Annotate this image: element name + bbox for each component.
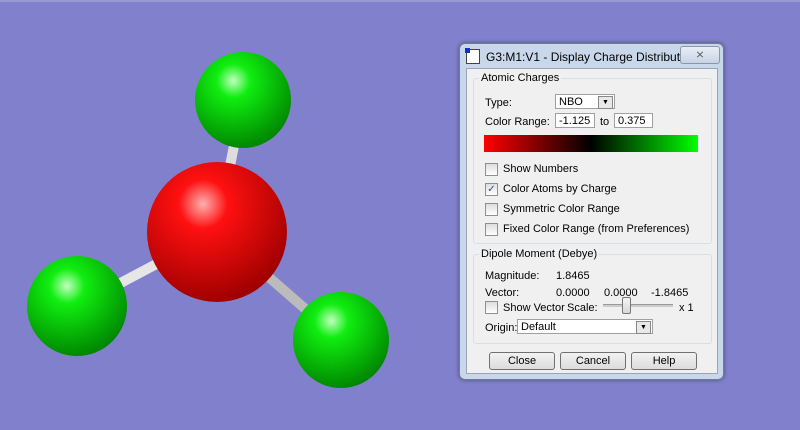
origin-value: Default	[521, 321, 556, 333]
checkbox-label: Fixed Color Range (from Preferences)	[503, 223, 690, 235]
vector-z: -1.8465	[651, 287, 689, 299]
close-icon[interactable]: ⨯	[680, 46, 720, 64]
group-label: Dipole Moment (Debye)	[479, 248, 600, 260]
color-range-label: Color Range:	[485, 116, 550, 128]
type-value: NBO	[559, 96, 583, 108]
scale-label: Scale:	[567, 302, 598, 314]
show-numbers-checkbox[interactable]	[485, 163, 498, 176]
chevron-down-icon: ▼	[598, 96, 613, 109]
range-max-input[interactable]: 0.375	[614, 113, 653, 128]
origin-dropdown[interactable]: Default ▼	[517, 319, 653, 334]
color-atoms-checkbox[interactable]: ✓	[485, 183, 498, 196]
scale-value: x 1	[679, 302, 694, 314]
scale-slider-track[interactable]	[603, 304, 673, 307]
help-button[interactable]: Help	[631, 352, 697, 370]
atom-chlorine-left[interactable]	[27, 256, 127, 356]
group-label: Atomic Charges	[479, 72, 562, 84]
checkbox-label: Show Numbers	[503, 163, 579, 175]
chevron-down-icon: ▼	[636, 321, 651, 334]
origin-label: Origin:	[485, 322, 518, 334]
vector-x: 0.0000	[556, 287, 590, 299]
atom-chlorine-top[interactable]	[195, 52, 291, 148]
display-charge-dialog: G3:M1:V1 - Display Charge Distribution ⨯…	[459, 43, 724, 380]
atom-oxygen[interactable]	[147, 162, 287, 302]
fixed-range-checkbox[interactable]	[485, 223, 498, 236]
close-button[interactable]: Close	[489, 352, 555, 370]
vector-y: 0.0000	[604, 287, 638, 299]
show-vector-checkbox[interactable]	[485, 301, 498, 314]
dialog-title: G3:M1:V1 - Display Charge Distribution	[486, 50, 697, 64]
cancel-button[interactable]: Cancel	[560, 352, 626, 370]
color-gradient-bar	[484, 135, 698, 152]
show-vector-label: Show Vector	[503, 302, 565, 314]
magnitude-label: Magnitude:	[485, 270, 540, 282]
atom-chlorine-right[interactable]	[293, 292, 389, 388]
to-label: to	[600, 116, 610, 128]
type-dropdown[interactable]: NBO ▼	[555, 94, 615, 109]
magnitude-value: 1.8465	[556, 270, 590, 282]
symmetric-range-checkbox[interactable]	[485, 203, 498, 216]
vector-label: Vector:	[485, 287, 520, 299]
app-icon	[465, 48, 480, 64]
scale-slider-thumb[interactable]	[622, 297, 631, 314]
type-label: Type:	[485, 97, 512, 109]
checkbox-label: Color Atoms by Charge	[503, 183, 617, 195]
checkbox-label: Symmetric Color Range	[503, 203, 620, 215]
dialog-client: Atomic Charges Type: NBO ▼ Color Range: -…	[466, 68, 718, 374]
range-min-input[interactable]: -1.125	[555, 113, 595, 128]
